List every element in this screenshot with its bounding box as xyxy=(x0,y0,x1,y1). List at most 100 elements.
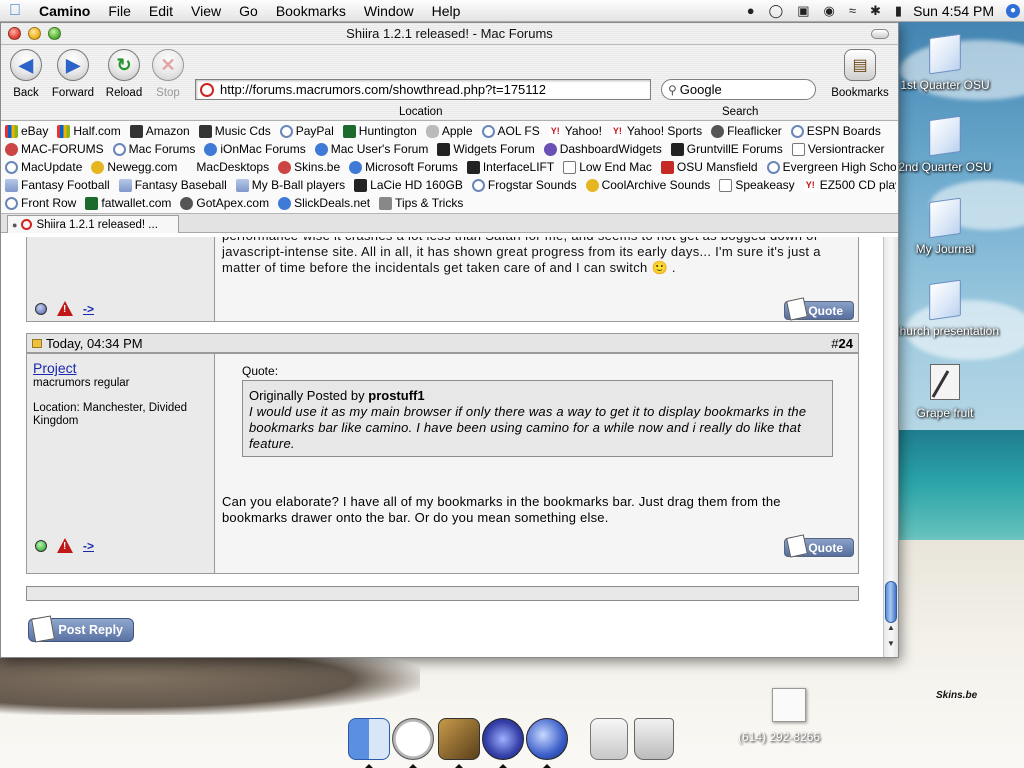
bookmark-folder-bball-players[interactable]: My B-Ball players xyxy=(235,178,345,192)
bookmark-low-end-mac[interactable]: Low End Mac xyxy=(563,160,652,174)
bookmark-microsoft-forums[interactable]: Microsoft Forums xyxy=(349,160,458,174)
bookmark-half-com[interactable]: Half.com xyxy=(57,124,121,138)
mac-users-icon xyxy=(314,142,328,156)
bookmark-newegg[interactable]: Newegg.com xyxy=(91,160,177,174)
apple-menu-icon[interactable]:  xyxy=(0,2,30,20)
url-input[interactable]: http://forums.macrumors.com/showthread.p… xyxy=(195,79,651,100)
trash-icon[interactable] xyxy=(634,718,674,760)
scrollbar-thumb[interactable] xyxy=(885,581,897,623)
bookmark-dashboardwidgets[interactable]: DashboardWidgets xyxy=(543,142,662,156)
running-indicator xyxy=(409,764,417,768)
bookmark-aol-fs[interactable]: AOL FS xyxy=(481,124,540,138)
bookmark-front-row[interactable]: Front Row xyxy=(5,196,76,210)
back-button[interactable]: ◀ Back xyxy=(2,49,50,99)
search-input[interactable]: ⚲ Google xyxy=(661,79,816,100)
bookmark-espn-boards[interactable]: ESPN Boards xyxy=(790,124,881,138)
bookmark-coolarchive-sounds[interactable]: CoolArchive Sounds xyxy=(585,178,710,192)
bookmark-huntington[interactable]: Huntington xyxy=(342,124,417,138)
bookmark-interfacelift[interactable]: InterfaceLIFT xyxy=(466,160,554,174)
bookmark-tips-tricks[interactable]: Tips & Tricks xyxy=(379,196,463,210)
stop-button[interactable]: ✕ Stop xyxy=(144,49,192,99)
desktop-icon-grape-fruit[interactable]: Grape fruit xyxy=(890,364,1000,420)
bookmark-mac-forums-caps[interactable]: MAC-FORUMS xyxy=(5,142,104,156)
toolbar-toggle-button[interactable] xyxy=(871,29,889,39)
menu-view[interactable]: View xyxy=(182,0,230,22)
previous-post-link[interactable]: -> xyxy=(83,302,94,316)
bookmark-music-cds[interactable]: Music Cds xyxy=(198,124,271,138)
bookmark-folder-fantasy-baseball[interactable]: Fantasy Baseball xyxy=(118,178,227,192)
sync-menu-icon[interactable]: ◯ xyxy=(762,3,791,19)
bookmark-gotapex[interactable]: GotApex.com xyxy=(180,196,269,210)
bookmark-versiontracker[interactable]: Versiontracker xyxy=(791,142,885,156)
bookmark-mac-users-forum[interactable]: Mac User's Forum xyxy=(314,142,428,156)
battery-icon[interactable]: ▮ xyxy=(888,3,909,19)
desktop-icon-church-presentation[interactable]: Church presentation xyxy=(890,279,1000,338)
bookmark-ionmac-forums[interactable]: iOnMac Forums xyxy=(204,142,306,156)
menu-file[interactable]: File xyxy=(99,0,140,22)
desktop-icon-my-journal[interactable]: My Journal xyxy=(890,197,1000,256)
bookmark-amazon[interactable]: Amazon xyxy=(129,124,190,138)
bookmark-folder-fantasy-football[interactable]: Fantasy Football xyxy=(5,178,110,192)
bookmark-speakeasy[interactable]: Speakeasy xyxy=(719,178,795,192)
menu-app-name[interactable]: Camino xyxy=(30,0,99,22)
bookmark-fleaflicker[interactable]: Fleaflicker xyxy=(711,124,782,138)
scroll-up-arrow-icon[interactable]: ▲ xyxy=(886,623,896,632)
desktop-icon-1st-quarter[interactable]: 1st Quarter OSU xyxy=(890,33,1000,92)
binoculars-menu-icon[interactable]: ◉ xyxy=(817,3,842,19)
bookmark-gruntville-forums[interactable]: GruntvillE Forums xyxy=(670,142,783,156)
bookmark-slickdeals[interactable]: SlickDeals.net xyxy=(278,196,370,210)
finder-icon[interactable] xyxy=(348,718,390,760)
mail-app-icon[interactable] xyxy=(438,718,480,760)
bookmark-mac-forums[interactable]: Mac Forums xyxy=(112,142,195,156)
bookmark-paypal[interactable]: PayPal xyxy=(279,124,334,138)
alien-menu-icon[interactable]: ● xyxy=(740,3,762,18)
tab-shiira-thread[interactable]: ● Shiira 1.2.1 released! ... xyxy=(7,215,179,233)
post-quote-button[interactable]: Quote xyxy=(784,534,854,558)
tab-close-icon[interactable]: ● xyxy=(12,220,17,230)
menubar-clock[interactable]: Sun 4:54 PM xyxy=(909,3,1002,19)
title-bar[interactable]: Shiira 1.2.1 released! - Mac Forums xyxy=(1,23,898,45)
bookmark-macdesktops[interactable]: MacDesktops xyxy=(196,160,269,174)
wifi-icon[interactable]: ≈ xyxy=(842,3,863,18)
stickies-icon[interactable] xyxy=(772,688,806,722)
report-post-icon[interactable] xyxy=(57,301,73,316)
menu-go[interactable]: Go xyxy=(230,0,267,22)
camino-icon[interactable] xyxy=(526,718,568,760)
post-number[interactable]: #24 xyxy=(831,336,853,351)
fatwallet-icon xyxy=(85,196,99,210)
bookmark-osu-mansfield[interactable]: OSU Mansfield xyxy=(660,160,758,174)
bookmark-ez500-cd-player[interactable]: Y!EZ500 CD player xyxy=(803,178,896,192)
bookmark-macupdate[interactable]: MacUpdate xyxy=(5,160,82,174)
post-link[interactable]: -> xyxy=(83,539,94,553)
bookmark-fatwallet[interactable]: fatwallet.com xyxy=(85,196,171,210)
bookmark-lacie-hd[interactable]: LaCie HD 160GB xyxy=(354,178,463,192)
bookmark-yahoo[interactable]: Y! Yahoo! xyxy=(548,124,602,138)
bookmarks-button[interactable]: ▤ Bookmarks xyxy=(829,49,891,99)
scroll-down-arrow-icon[interactable]: ▼ xyxy=(886,639,896,648)
spotlight-icon[interactable]: ● xyxy=(1002,0,1024,22)
forward-button[interactable]: ▶ Forward xyxy=(49,49,97,99)
bookmark-ebay[interactable]: eBay xyxy=(5,124,48,138)
bookmark-frogstar-sounds[interactable]: Frogstar Sounds xyxy=(471,178,577,192)
username-link[interactable]: Project xyxy=(33,360,77,376)
vertical-scrollbar[interactable]: ▲ ▼ xyxy=(883,237,898,657)
bookmark-evergreen-high-school[interactable]: Evergreen High School xyxy=(766,160,896,174)
bookmark-apple[interactable]: Apple xyxy=(425,124,473,138)
reload-button[interactable]: ↻ Reload xyxy=(100,49,148,99)
bluetooth-icon[interactable]: ✱ xyxy=(863,3,888,19)
menu-help[interactable]: Help xyxy=(423,0,470,22)
desktop-icon-2nd-quarter[interactable]: 2nd Quarter OSU xyxy=(890,115,1000,174)
menu-window[interactable]: Window xyxy=(355,0,423,22)
previous-post-quote-button[interactable]: Quote xyxy=(784,297,854,321)
bookmark-widgets-forum[interactable]: Widgets Forum xyxy=(437,142,535,156)
clock-icon[interactable] xyxy=(392,718,434,760)
post-reply-button[interactable]: Post Reply xyxy=(28,615,134,643)
hard-drive-icon[interactable] xyxy=(590,718,628,760)
menu-bookmarks[interactable]: Bookmarks xyxy=(267,0,355,22)
bookmark-yahoo-sports[interactable]: Y! Yahoo! Sports xyxy=(610,124,702,138)
report-post-icon[interactable] xyxy=(57,538,73,553)
bookmark-skins-be[interactable]: Skins.be xyxy=(278,160,340,174)
menu-edit[interactable]: Edit xyxy=(140,0,182,22)
display-menu-icon[interactable]: ▣ xyxy=(790,3,816,19)
network-app-icon[interactable] xyxy=(482,718,524,760)
